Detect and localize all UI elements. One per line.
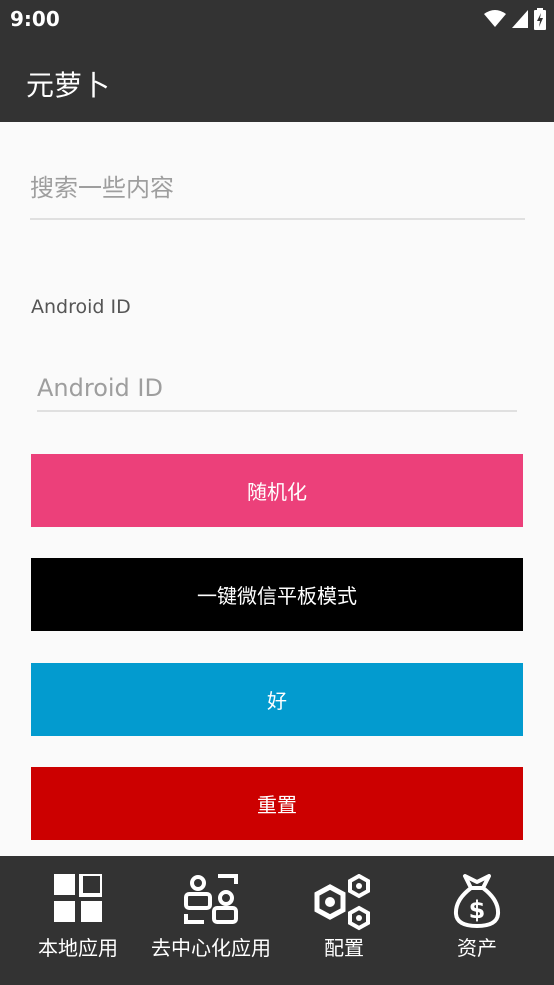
android-id-label: Android ID xyxy=(31,296,131,318)
signal-icon xyxy=(512,10,528,28)
bottom-nav: 本地应用 去中心化应用 配置 $ 资产 xyxy=(0,856,554,985)
battery-icon xyxy=(534,8,546,30)
svg-text:$: $ xyxy=(469,896,486,924)
nav-item-config[interactable]: 配置 xyxy=(275,856,413,985)
hexagons-icon xyxy=(314,874,370,931)
nav-item-local-apps[interactable]: 本地应用 xyxy=(9,856,147,985)
status-icons xyxy=(484,8,546,30)
nav-label-assets: 资产 xyxy=(457,936,497,958)
search-input[interactable] xyxy=(30,164,525,212)
nav-label-dapps: 去中心化应用 xyxy=(151,936,271,958)
nav-item-assets[interactable]: $ 资产 xyxy=(408,856,546,985)
wifi-icon xyxy=(484,10,506,27)
reset-button[interactable]: 重置 xyxy=(31,767,523,840)
nav-item-dapps[interactable]: 去中心化应用 xyxy=(142,856,280,985)
wechat-tablet-mode-button[interactable]: 一键微信平板模式 xyxy=(31,558,523,631)
money-bag-icon: $ xyxy=(453,874,501,928)
app-bar: 元萝卜 xyxy=(0,38,554,122)
ok-button[interactable]: 好 xyxy=(31,663,523,736)
android-id-field[interactable] xyxy=(37,368,517,412)
status-bar: 9:00 xyxy=(0,0,554,38)
android-id-input[interactable] xyxy=(37,368,517,408)
randomize-button[interactable]: 随机化 xyxy=(31,454,523,527)
nav-label-local-apps: 本地应用 xyxy=(38,936,118,958)
app-title: 元萝卜 xyxy=(26,69,111,102)
search-field[interactable] xyxy=(30,164,525,220)
grid-icon xyxy=(54,874,102,922)
nav-label-config: 配置 xyxy=(324,936,364,958)
dapp-icon xyxy=(184,874,238,924)
status-time: 9:00 xyxy=(10,7,60,31)
